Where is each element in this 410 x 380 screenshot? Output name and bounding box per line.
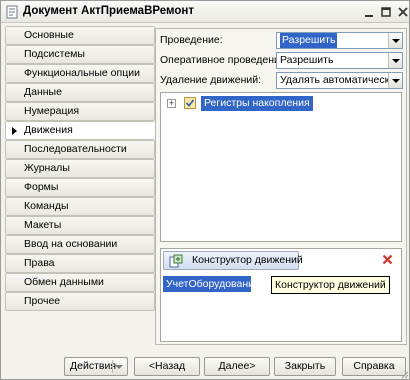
tab-prava[interactable]: Права	[5, 254, 155, 273]
tooltip: Конструктор движений	[271, 276, 390, 294]
tab-formy[interactable]: Формы	[5, 178, 155, 197]
tab-label: Последовательности	[24, 143, 127, 155]
help-label: Справка	[353, 360, 395, 372]
constructor-button-label: Конструктор движений	[192, 254, 303, 266]
help-button[interactable]: Справка	[342, 357, 406, 376]
actions-button[interactable]: Действия	[64, 357, 128, 376]
tab-makety[interactable]: Макеты	[5, 216, 155, 235]
tree-node-accumulation-registers[interactable]: Регистры накопления	[201, 96, 313, 111]
window-title: Документ АктПриемаВРемонт	[23, 5, 194, 17]
chevron-down-icon[interactable]	[388, 33, 402, 48]
document-properties-window: Документ АктПриемаВРемонт Основные Подси…	[0, 0, 410, 380]
chevron-down-icon[interactable]	[388, 73, 402, 88]
realtime-posting-label: Оперативное проведение:	[160, 54, 289, 66]
tab-dannye[interactable]: Данные	[5, 83, 155, 102]
delete-movements-select[interactable]: Удалять автоматически при	[276, 72, 403, 89]
tab-vvod-na-osnovanii[interactable]: Ввод на основании	[5, 235, 155, 254]
separator	[112, 360, 113, 373]
close-button[interactable]: Закрыть	[274, 357, 336, 376]
tab-label: Нумерация	[24, 105, 80, 117]
tab-dvizheniya[interactable]: Движения	[5, 121, 155, 140]
minimize-icon[interactable]	[362, 5, 376, 19]
tab-label: Данные	[24, 86, 62, 98]
next-label: Далее>	[218, 360, 256, 372]
tab-posledovatelnosti[interactable]: Последовательности	[5, 140, 155, 159]
tab-label: Основные	[24, 29, 74, 41]
maximize-icon[interactable]	[379, 5, 393, 19]
section-tabs: Основные Подсистемы Функциональные опции…	[5, 26, 155, 311]
list-item-selected[interactable]: УчетОборудования	[163, 276, 260, 292]
tree-expand-icon[interactable]: +	[167, 99, 176, 108]
tab-osnovnye[interactable]: Основные	[5, 26, 155, 45]
next-button[interactable]: Далее>	[204, 357, 270, 376]
tab-label: Прочее	[24, 295, 61, 307]
tab-komandy[interactable]: Команды	[5, 197, 155, 216]
tab-obmen-dannymi[interactable]: Обмен данными	[5, 273, 155, 292]
tab-label: Функциональные опции	[24, 67, 140, 79]
posting-value: Разрешить	[280, 33, 338, 48]
posting-label: Проведение:	[160, 34, 223, 46]
tab-label: Движения	[24, 124, 73, 136]
close-label: Закрыть	[284, 360, 326, 372]
tab-label: Ввод на основании	[24, 238, 118, 250]
movements-constructor-button[interactable]: Конструктор движений	[163, 251, 303, 270]
tab-prochee[interactable]: Прочее	[5, 292, 155, 311]
tab-numeratsiya[interactable]: Нумерация	[5, 102, 155, 121]
tab-functional-options[interactable]: Функциональные опции	[5, 64, 155, 83]
tab-podsistemy[interactable]: Подсистемы	[5, 45, 155, 64]
close-icon[interactable]	[396, 5, 410, 19]
tab-label: Права	[24, 257, 55, 269]
document-icon	[6, 5, 18, 19]
registers-tree[interactable]: + Регистры накопления	[160, 92, 402, 242]
delete-movements-value: Удалять автоматически при	[280, 74, 403, 86]
register-checkbox-icon[interactable]	[184, 97, 196, 109]
tab-label: Макеты	[24, 219, 62, 231]
movements-list-panel: Конструктор движений УчетОборудования Ко…	[160, 248, 402, 342]
tab-label: Обмен данными	[24, 276, 104, 288]
posting-select[interactable]: Разрешить	[276, 32, 403, 49]
delete-icon[interactable]	[382, 254, 393, 265]
tab-label: Журналы	[24, 162, 70, 174]
tab-label: Формы	[24, 181, 59, 193]
tab-label: Подсистемы	[24, 48, 85, 60]
tab-zhurnaly[interactable]: Журналы	[5, 159, 155, 178]
delete-movements-label: Удаление движений:	[160, 74, 262, 86]
title-bar[interactable]: Документ АктПриемаВРемонт	[1, 1, 409, 23]
movements-panel: Проведение: Разрешить Оперативное провед…	[155, 28, 407, 345]
tab-label: Команды	[24, 200, 69, 212]
chevron-down-icon	[115, 365, 123, 369]
active-tab-arrow-icon	[12, 127, 17, 135]
back-button[interactable]: <Назад	[134, 357, 200, 376]
realtime-posting-select[interactable]: Разрешить	[276, 52, 403, 69]
chevron-down-icon[interactable]	[388, 53, 402, 68]
constructor-icon	[169, 254, 183, 268]
back-label: <Назад	[148, 360, 186, 372]
resize-grip-icon[interactable]	[401, 371, 409, 379]
actions-label: Действия	[70, 360, 117, 372]
realtime-posting-value: Разрешить	[280, 54, 334, 66]
